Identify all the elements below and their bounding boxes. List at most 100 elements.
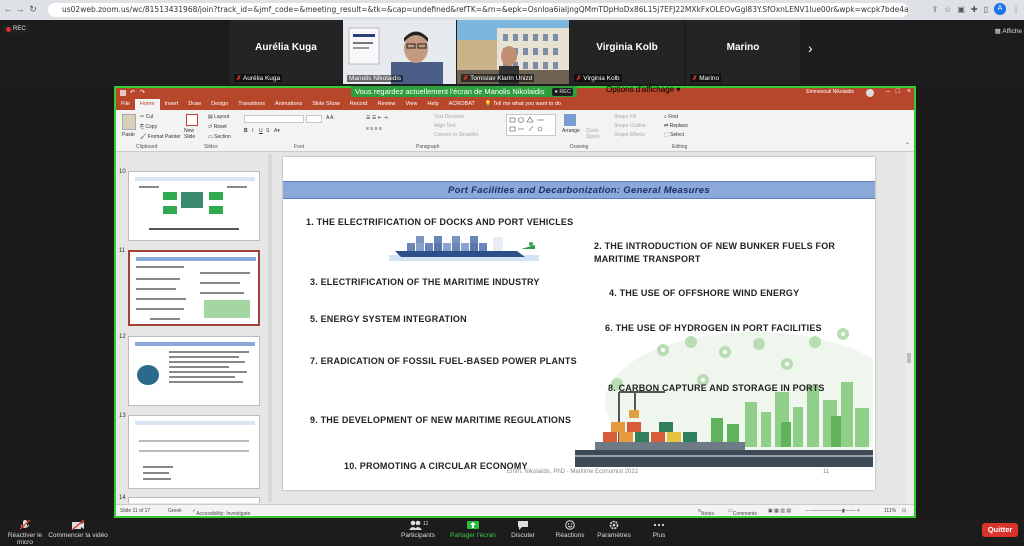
- menu-dots-icon[interactable]: ⋮: [1012, 5, 1020, 14]
- settings-button[interactable]: Paramètres: [592, 520, 636, 539]
- tab-slide-show[interactable]: Slide Show: [307, 99, 345, 110]
- replace-button[interactable]: ⇄ Replace: [664, 123, 688, 129]
- vertical-scrollbar[interactable]: [906, 153, 912, 503]
- participant-tile-aurelia[interactable]: Aurélia Kuga ✗ Aurélia Kuga: [230, 20, 342, 84]
- copy-button[interactable]: ⎘ Copy: [140, 124, 157, 130]
- new-slide-icon[interactable]: [186, 114, 198, 126]
- tab-view[interactable]: View: [401, 99, 423, 110]
- redo-icon[interactable]: ↷: [140, 89, 145, 96]
- share-screen-button[interactable]: Partager l'écran: [446, 520, 500, 539]
- paste-button[interactable]: Paste: [122, 132, 135, 138]
- collapse-ribbon-icon[interactable]: ⌃: [905, 142, 910, 149]
- slide-thumbnail[interactable]: [128, 497, 260, 503]
- tab-record[interactable]: Record: [345, 99, 373, 110]
- start-video-button[interactable]: Commencer la vidéo: [48, 520, 108, 539]
- shape-outline-button[interactable]: Shape Outline: [614, 123, 646, 129]
- quick-styles-button[interactable]: Quick Styles: [586, 128, 606, 140]
- strike-button[interactable]: S: [266, 128, 269, 134]
- save-icon[interactable]: [120, 90, 126, 96]
- view-options-label[interactable]: ▦ Affiche: [995, 27, 1022, 35]
- maximize-icon[interactable]: □: [896, 88, 900, 95]
- more-button[interactable]: Plus: [644, 520, 674, 539]
- shape-fill-button[interactable]: Shape Fill: [614, 114, 636, 120]
- zoom-level[interactable]: 111%: [884, 508, 896, 514]
- paste-icon[interactable]: [122, 114, 136, 130]
- profile-avatar[interactable]: A: [994, 3, 1006, 15]
- reload-icon[interactable]: ↻: [27, 4, 39, 15]
- shapes-gallery[interactable]: [506, 114, 556, 136]
- slide-thumbnail[interactable]: [128, 336, 260, 406]
- tab-animations[interactable]: Animations: [270, 99, 307, 110]
- tab-insert[interactable]: Insert: [160, 99, 184, 110]
- tab-help[interactable]: Help: [422, 99, 443, 110]
- chat-button[interactable]: Discuter: [505, 520, 541, 539]
- extensions-puzzle-icon[interactable]: ✚: [971, 5, 978, 14]
- bookmark-star-icon[interactable]: ☆: [944, 5, 951, 14]
- leave-meeting-button[interactable]: Quitter: [982, 523, 1018, 537]
- unmute-button[interactable]: Réactiver le micro: [0, 520, 50, 546]
- minimize-icon[interactable]: –: [886, 88, 890, 95]
- tab-home[interactable]: Home: [134, 99, 160, 110]
- section-button[interactable]: ▭ Section: [208, 134, 231, 140]
- underline-button[interactable]: U: [259, 128, 263, 134]
- italic-button[interactable]: I: [252, 128, 253, 134]
- cut-button[interactable]: ✂ Cut: [140, 114, 153, 120]
- tab-draw[interactable]: Draw: [183, 99, 206, 110]
- view-mode-icons[interactable]: ▣ ▦ ▥ ▤: [768, 508, 791, 514]
- user-avatar[interactable]: [866, 89, 874, 97]
- grow-font-icon[interactable]: A A: [326, 115, 334, 121]
- back-icon[interactable]: ←: [2, 4, 14, 14]
- participants-button[interactable]: 12 Participants: [396, 520, 440, 539]
- measure-6: 6. THE USE OF HYDROGEN IN PORT FACILITIE…: [605, 323, 822, 333]
- tell-me-search[interactable]: 💡 Tell me what you want to do: [480, 99, 566, 110]
- undo-icon[interactable]: ↶: [130, 89, 135, 96]
- measure-2: 2. THE INTRODUCTION OF NEW BUNKER FUELS …: [594, 241, 836, 251]
- select-button[interactable]: ⬚ Select: [664, 132, 684, 138]
- close-icon[interactable]: ×: [907, 88, 911, 95]
- find-button[interactable]: ⌕ Find: [664, 114, 678, 120]
- slide-thumbnail[interactable]: [128, 415, 260, 489]
- new-slide-button[interactable]: New Slide: [184, 128, 204, 140]
- current-slide[interactable]: Port Facilities and Decarbonization: Gen…: [283, 157, 875, 490]
- tab-transitions[interactable]: Transitions: [233, 99, 270, 110]
- sidebar-icon[interactable]: ▯: [984, 5, 988, 14]
- address-bar[interactable]: us02web.zoom.us/wc/81513431968/join?trac…: [48, 3, 908, 17]
- tab-design[interactable]: Design: [206, 99, 233, 110]
- fit-slide-icon[interactable]: ⊡: [902, 508, 906, 514]
- extension-icon[interactable]: ▣: [957, 5, 965, 14]
- next-page-arrow-icon[interactable]: ›: [808, 40, 813, 56]
- font-size-select[interactable]: [306, 115, 322, 123]
- share-page-icon[interactable]: ⇪: [931, 5, 938, 14]
- font-family-select[interactable]: [244, 115, 304, 123]
- slide-thumbnail-selected[interactable]: [128, 250, 260, 326]
- tab-acrobat[interactable]: ACROBAT: [444, 99, 480, 110]
- notes-button[interactable]: ≡ Notes: [698, 508, 714, 517]
- participant-tile-virginia[interactable]: Virginia Kolb ✗ Virginia Kolb: [570, 20, 684, 84]
- reset-button[interactable]: ↺ Reset: [208, 124, 227, 130]
- align-text-button[interactable]: Align Text: [434, 123, 456, 129]
- comments-button[interactable]: ▭ Comments: [728, 508, 757, 517]
- slide-thumbnail[interactable]: [128, 171, 260, 241]
- tab-file[interactable]: File: [116, 99, 135, 110]
- smartart-button[interactable]: Convert to SmartArt: [434, 132, 478, 138]
- text-direction-button[interactable]: Text Direction: [434, 114, 464, 120]
- participant-tile-manolis[interactable]: Manolis Nikolaidis: [343, 20, 456, 84]
- bullets-icon[interactable]: ☰ ☰ ⇤ ⇥: [366, 115, 388, 121]
- participant-tile-marino[interactable]: Marino ✗ Marino: [686, 20, 800, 84]
- align-icons[interactable]: ≡ ≡ ≡ ≡: [366, 126, 382, 132]
- arrange-icon[interactable]: [564, 114, 576, 126]
- shape-effects-button[interactable]: Shape Effects: [614, 132, 645, 138]
- view-options-button[interactable]: Options d'affichage ▾: [606, 85, 680, 94]
- tab-review[interactable]: Review: [372, 99, 400, 110]
- language-indicator[interactable]: Greek: [168, 508, 182, 514]
- zoom-slider[interactable]: – ─────────▮─── +: [806, 508, 860, 514]
- arrange-button[interactable]: Arrange: [562, 128, 580, 134]
- format-painter-button[interactable]: 🖌 Format Painter: [140, 134, 181, 140]
- bold-button[interactable]: B: [244, 128, 248, 134]
- forward-icon[interactable]: →: [14, 4, 26, 14]
- participant-tile-tomislav[interactable]: ✗ Tomislav Klarin Unizd: [457, 20, 569, 84]
- reactions-button[interactable]: Réactions: [550, 520, 590, 539]
- font-color-button[interactable]: A▾: [274, 128, 280, 134]
- layout-button[interactable]: ▤ Layout: [208, 114, 229, 120]
- accessibility-status[interactable]: ✓ Accessibility: Investigate: [192, 508, 250, 517]
